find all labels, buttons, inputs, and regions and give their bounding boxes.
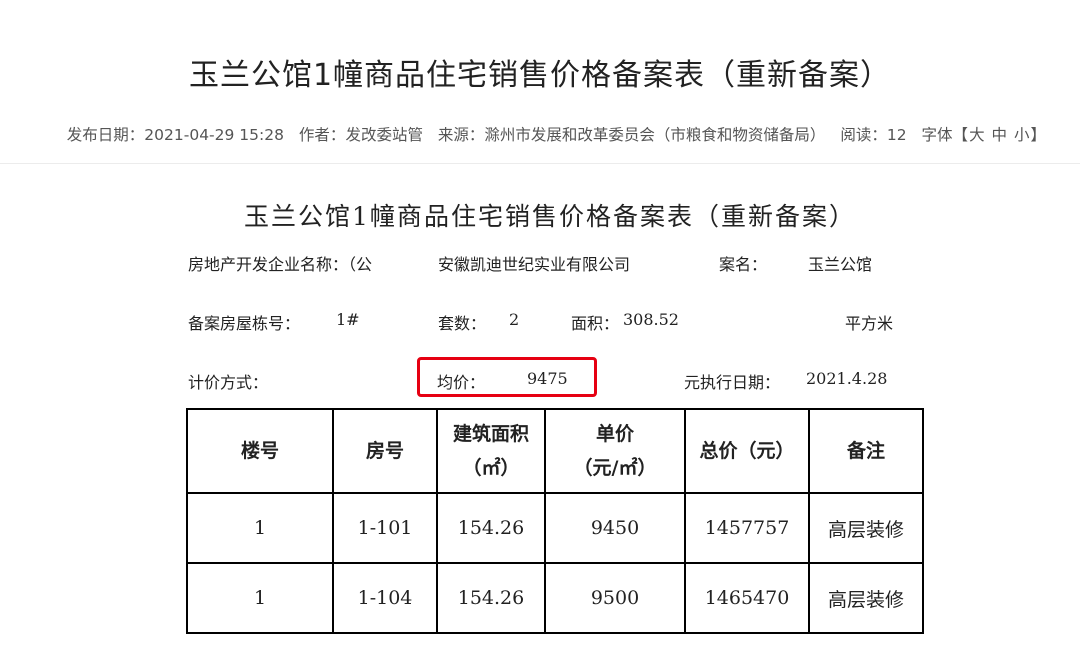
article-meta: 发布日期：2021-04-29 15:28 作者：发改委站管 来源：滁州市发展和… — [0, 123, 1080, 145]
developer-value: 安徽凯迪世纪实业有限公司 — [438, 255, 631, 274]
developer-label: 房地产开发企业名称：（公 — [188, 255, 373, 274]
font-size-label: 字体【 — [921, 126, 969, 144]
avg-price-highlight-box — [417, 357, 597, 397]
page-title: 玉兰公馆1幢商品住宅销售价格备案表（重新备案） — [188, 58, 892, 93]
table-row: 1 1-101 154.26 9450 1457757 高层装修 — [186, 492, 924, 564]
cell-room: 1-104 — [332, 562, 438, 634]
author-label: 作者： — [298, 126, 346, 144]
area-value: 308.52 — [623, 310, 679, 329]
cell-remark: 高层装修 — [808, 492, 924, 564]
price-table: 楼号 房号 建筑面积 （㎡） 单价 （元/㎡） 总价（元） 备注 1 1-101 1… — [186, 408, 924, 634]
area-unit: 平方米 — [845, 314, 894, 333]
views-value: 12 — [886, 126, 907, 144]
exec-date-value: 2021.4.28 — [806, 369, 888, 388]
units-value: 2 — [509, 310, 520, 329]
header-area: 建筑面积 （㎡） — [436, 408, 546, 494]
cell-area: 154.26 — [436, 492, 546, 564]
source-value: 滁州市发展和改革委员会（市粮食和物资储备局） — [484, 126, 826, 144]
source: 来源：滁州市发展和改革委员会（市粮食和物资储备局） — [438, 126, 826, 144]
building-label: 备案房屋栋号： — [188, 314, 301, 333]
font-medium-link[interactable]: 中 — [992, 126, 1008, 144]
font-size-close: 】 — [1030, 126, 1046, 144]
cell-unit-price: 9450 — [544, 492, 686, 564]
cell-area: 154.26 — [436, 562, 546, 634]
publish-date-value: 2021-04-29 15:28 — [144, 126, 284, 144]
pricing-label: 计价方式： — [188, 373, 269, 392]
exec-date-label: 元执行日期： — [684, 373, 781, 392]
source-label: 来源： — [437, 126, 485, 144]
author: 作者：发改委站管 — [299, 126, 423, 144]
case-label: 案名： — [719, 255, 768, 274]
font-small-link[interactable]: 小 — [1014, 126, 1030, 144]
cell-remark: 高层装修 — [808, 562, 924, 634]
header-unit-price: 单价 （元/㎡） — [544, 408, 686, 494]
case-value: 玉兰公馆 — [808, 255, 873, 274]
cell-room: 1-101 — [332, 492, 438, 564]
divider — [0, 163, 1080, 164]
cell-building: 1 — [186, 562, 334, 634]
cell-building: 1 — [186, 492, 334, 564]
header-remark: 备注 — [808, 408, 924, 494]
table-row: 1 1-104 154.26 9500 1465470 高层装修 — [186, 562, 924, 634]
document-title: 玉兰公馆1幢商品住宅销售价格备案表（重新备案） — [244, 202, 856, 231]
header-room: 房号 — [332, 408, 438, 494]
units-label: 套数： — [438, 314, 487, 333]
publish-date: 发布日期：2021-04-29 15:28 — [67, 126, 284, 144]
cell-unit-price: 9500 — [544, 562, 686, 634]
header-total-price: 总价（元） — [684, 408, 810, 494]
font-large-link[interactable]: 大 — [969, 126, 985, 144]
area-label: 面积： — [571, 314, 620, 333]
publish-date-label: 发布日期： — [66, 126, 145, 144]
views: 阅读：12 — [840, 126, 906, 144]
cell-total-price: 1457757 — [684, 492, 810, 564]
font-size-control: 字体【大 中 小】 — [922, 126, 1046, 144]
author-value: 发改委站管 — [345, 126, 423, 144]
cell-total-price: 1465470 — [684, 562, 810, 634]
views-label: 阅读： — [840, 126, 887, 144]
table-header-row: 楼号 房号 建筑面积 （㎡） 单价 （元/㎡） 总价（元） 备注 — [186, 408, 924, 494]
header-building: 楼号 — [186, 408, 334, 494]
building-value: 1# — [336, 310, 360, 329]
